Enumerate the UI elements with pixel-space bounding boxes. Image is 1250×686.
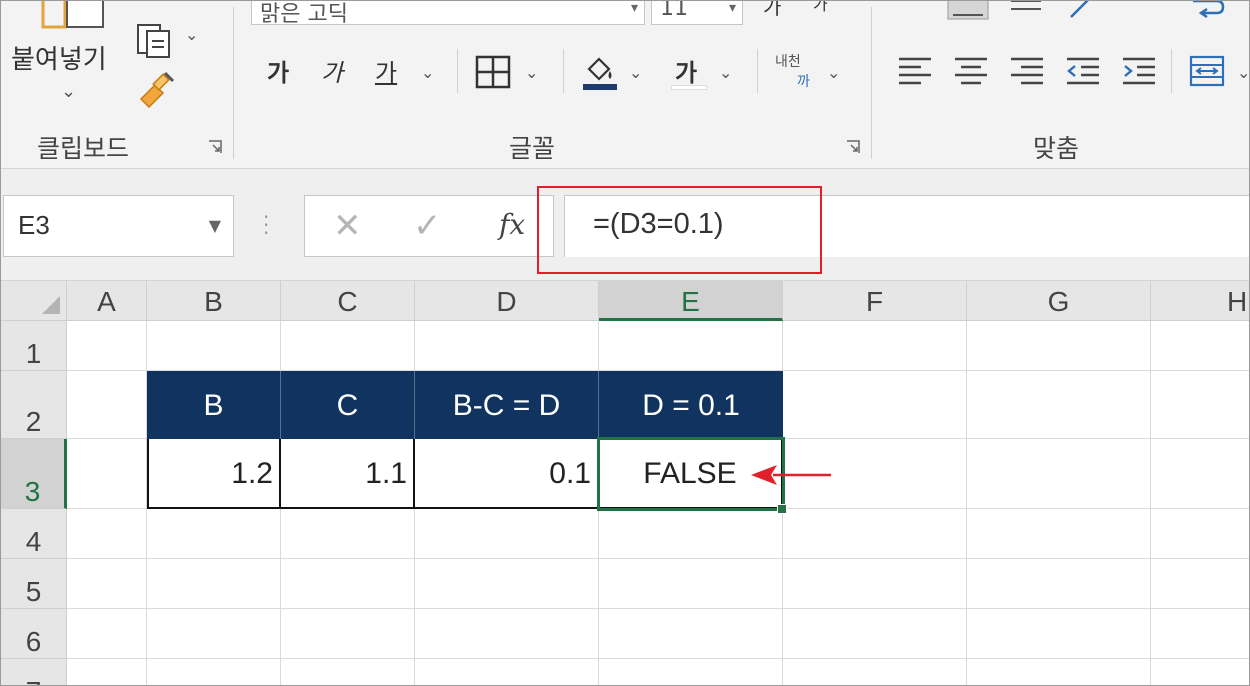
merge-center-icon[interactable] — [1189, 55, 1225, 87]
fill-color-icon[interactable] — [581, 53, 619, 91]
chevron-down-icon: ▾ — [728, 0, 736, 16]
wrap-text-icon[interactable] — [1187, 0, 1229, 23]
fill-handle[interactable] — [777, 504, 787, 514]
paste-icon[interactable] — [37, 0, 107, 37]
column-header-d[interactable]: D — [415, 281, 599, 321]
gridline — [1150, 321, 1151, 685]
gridline — [966, 321, 967, 685]
font-color-swatch — [671, 85, 707, 90]
row-header-2[interactable]: 2 — [1, 371, 67, 439]
underline-dropdown-icon[interactable]: ⌄ — [421, 63, 434, 82]
select-all-button[interactable] — [1, 281, 67, 321]
insert-function-button[interactable]: fx — [499, 208, 525, 241]
column-header-g[interactable]: G — [967, 281, 1151, 321]
table-header-cell[interactable]: B — [147, 371, 281, 439]
font-color-dropdown-icon[interactable]: ⌄ — [719, 63, 732, 82]
merge-dropdown-icon[interactable]: ⌄ — [1237, 63, 1249, 82]
excel-window: 붙여넣기 ⌄ ⌄ 클립보드 맑은 고딕 ▾ 11 ▾ 가 가 가 가 가 ⌄ ⌄… — [0, 0, 1250, 686]
row-header-7[interactable]: 7 — [1, 659, 67, 685]
underline-button[interactable]: 가 — [375, 53, 397, 88]
column-header-a[interactable]: A — [67, 281, 147, 321]
italic-button[interactable]: 가 — [321, 53, 343, 88]
bold-button[interactable]: 가 — [267, 53, 289, 88]
align-center-icon[interactable] — [953, 55, 989, 87]
font-color-button[interactable]: 가 — [675, 53, 697, 88]
paste-dropdown-icon[interactable]: ⌄ — [61, 81, 76, 102]
divider — [563, 49, 564, 93]
name-box[interactable]: E3 ▼ — [3, 195, 234, 257]
increase-indent-icon[interactable] — [1121, 55, 1157, 87]
chevron-down-icon: ▾ — [630, 0, 638, 16]
decrease-indent-icon[interactable] — [1065, 55, 1101, 87]
alignment-group-label: 맞춤 — [1033, 134, 1080, 163]
row-header-5[interactable]: 5 — [1, 559, 67, 609]
column-header-e[interactable]: E — [599, 281, 783, 321]
chevron-down-icon[interactable]: ▼ — [209, 216, 221, 235]
font-launcher-icon[interactable] — [845, 139, 861, 155]
borders-dropdown-icon[interactable]: ⌄ — [525, 63, 538, 82]
column-header-b[interactable]: B — [147, 281, 281, 321]
gridline — [67, 608, 1249, 609]
enter-icon[interactable]: ✓ — [413, 206, 442, 246]
phonetic-guide-label: 까 — [797, 74, 810, 90]
formula-controls: ✕ ✓ fx — [304, 195, 554, 257]
format-painter-icon[interactable] — [133, 69, 179, 109]
table-header-cell[interactable]: B-C = D — [415, 371, 599, 439]
table-cell[interactable]: 0.1 — [415, 439, 599, 509]
align-left-icon[interactable] — [897, 55, 933, 87]
paste-button[interactable]: 붙여넣기 — [11, 39, 107, 76]
fill-color-dropdown-icon[interactable]: ⌄ — [629, 63, 642, 82]
phonetic-dropdown-icon[interactable]: ⌄ — [827, 63, 840, 82]
divider — [457, 49, 458, 93]
table-header-cell[interactable]: D = 0.1 — [599, 371, 783, 439]
copy-dropdown-icon[interactable]: ⌄ — [185, 25, 198, 44]
select-all-icon — [42, 296, 60, 314]
gridline — [67, 658, 1249, 659]
divider — [1171, 49, 1172, 93]
arrow-left-icon — [751, 465, 831, 485]
row-header-1[interactable]: 1 — [1, 321, 67, 371]
worksheet-grid[interactable]: A B C D E F G H 1 2 3 4 5 6 7 B C B-C = … — [1, 281, 1249, 685]
clipboard-launcher-icon[interactable] — [207, 139, 223, 155]
row-header-4[interactable]: 4 — [1, 509, 67, 559]
table-cell[interactable]: 1.2 — [147, 439, 281, 509]
font-group-label: 글꼴 — [509, 134, 556, 163]
clipboard-group-label: 클립보드 — [37, 134, 130, 163]
row-header-3[interactable]: 3 — [1, 439, 67, 509]
gridline — [67, 558, 1249, 559]
row-header-6[interactable]: 6 — [1, 609, 67, 659]
align-right-icon[interactable] — [1009, 55, 1045, 87]
orientation-icon[interactable] — [1061, 0, 1103, 23]
top-align-icon[interactable] — [947, 0, 989, 23]
splitter-handle[interactable]: · · · — [263, 207, 269, 243]
phonetic-guide-button[interactable]: 내천 — [775, 51, 801, 71]
column-header-f[interactable]: F — [783, 281, 967, 321]
decrease-font-size-button[interactable]: 가 — [813, 1, 828, 15]
formula-highlight-box — [537, 186, 822, 274]
font-name-select[interactable]: 맑은 고딕 ▾ — [251, 0, 645, 27]
group-divider — [871, 7, 872, 159]
increase-font-size-button[interactable]: 가 — [763, 1, 781, 20]
group-divider — [233, 7, 234, 159]
borders-icon[interactable] — [475, 55, 511, 89]
copy-icon[interactable] — [135, 19, 175, 59]
table-cell[interactable]: 1.1 — [281, 439, 415, 509]
ribbon: 붙여넣기 ⌄ ⌄ 클립보드 맑은 고딕 ▾ 11 ▾ 가 가 가 가 가 ⌄ ⌄… — [1, 0, 1249, 169]
cancel-icon[interactable]: ✕ — [333, 206, 362, 246]
table-header-cell[interactable]: C — [281, 371, 415, 439]
divider — [757, 49, 758, 93]
column-header-h[interactable]: H — [1151, 281, 1249, 321]
column-header-c[interactable]: C — [281, 281, 415, 321]
middle-align-icon[interactable] — [1005, 0, 1047, 23]
font-size-select[interactable]: 11 ▾ — [651, 0, 743, 25]
